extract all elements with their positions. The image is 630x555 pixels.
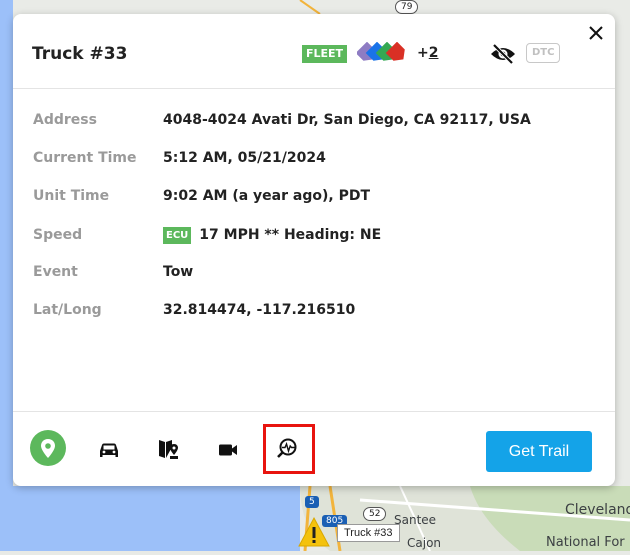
interstate-shield: 5: [305, 496, 319, 508]
close-icon[interactable]: [587, 24, 605, 42]
speed-value: 17 MPH ** Heading: NE: [199, 227, 382, 243]
vehicle-title: Truck #33: [32, 44, 128, 64]
dtc-badge[interactable]: DTC: [526, 43, 561, 63]
warning-triangle-icon[interactable]: [297, 516, 331, 548]
more-tags-count: 2: [428, 45, 439, 61]
location-pin-icon: [30, 430, 66, 466]
route-shield: 79: [395, 0, 419, 14]
detail-row-latlong: Lat/Long 32.814474, -117.216510: [13, 302, 615, 324]
highlight-box: [263, 424, 315, 474]
address-value: 4048-4024 Avati Dr, San Diego, CA 92117,…: [163, 112, 531, 128]
detail-row-unit-time: Unit Time 9:02 AM (a year ago), PDT: [13, 188, 615, 210]
address-label: Address: [33, 112, 97, 128]
card-footer-toolbar: Get Trail: [13, 411, 615, 487]
geofence-icon: [159, 440, 178, 459]
event-label: Event: [33, 264, 78, 280]
map-label: National For: [546, 535, 625, 550]
detail-row-address: Address 4048-4024 Avati Dr, San Diego, C…: [13, 112, 615, 134]
current-time-value: 5:12 AM, 05/21/2024: [163, 150, 326, 166]
more-tags-prefix: +: [417, 45, 429, 61]
detail-row-current-time: Current Time 5:12 AM, 05/21/2024: [13, 150, 615, 172]
unit-time-label: Unit Time: [33, 188, 110, 204]
speed-label: Speed: [33, 227, 83, 243]
speed-value-group: ECU 17 MPH ** Heading: NE: [163, 227, 381, 244]
route-shield: 52: [363, 507, 387, 521]
location-button[interactable]: [30, 430, 70, 470]
map-label: Cleveland: [565, 502, 630, 518]
latlong-label: Lat/Long: [33, 302, 102, 318]
map-label: Santee: [394, 513, 437, 527]
unit-time-value: 9:02 AM (a year ago), PDT: [163, 188, 371, 204]
tag-group-icon[interactable]: [357, 42, 409, 64]
card-header: Truck #33 FLEET +2 DTC: [13, 14, 615, 89]
more-tags-link[interactable]: +2: [417, 45, 438, 61]
vehicle-button[interactable]: [89, 430, 129, 470]
latlong-value: 32.814474, -117.216510: [163, 302, 356, 318]
fleet-badge[interactable]: FLEET: [302, 45, 348, 63]
event-value: Tow: [163, 264, 194, 280]
ecu-badge: ECU: [163, 227, 192, 244]
detail-row-speed: Speed ECU 17 MPH ** Heading: NE: [13, 227, 615, 249]
video-button[interactable]: [208, 430, 248, 470]
detail-row-event: Event Tow: [13, 264, 615, 286]
map-label: Cajon: [407, 536, 442, 550]
map-marker-tooltip: Truck #33: [337, 524, 400, 542]
vehicle-info-card: Truck #33 FLEET +2 DTC Address 4048-4024…: [13, 14, 615, 486]
get-trail-button[interactable]: Get Trail: [486, 431, 592, 472]
video-camera-icon: [219, 444, 237, 456]
eye-off-icon[interactable]: [490, 43, 516, 65]
current-time-label: Current Time: [33, 150, 137, 166]
car-icon: [100, 443, 118, 457]
geofence-button[interactable]: [149, 430, 189, 470]
